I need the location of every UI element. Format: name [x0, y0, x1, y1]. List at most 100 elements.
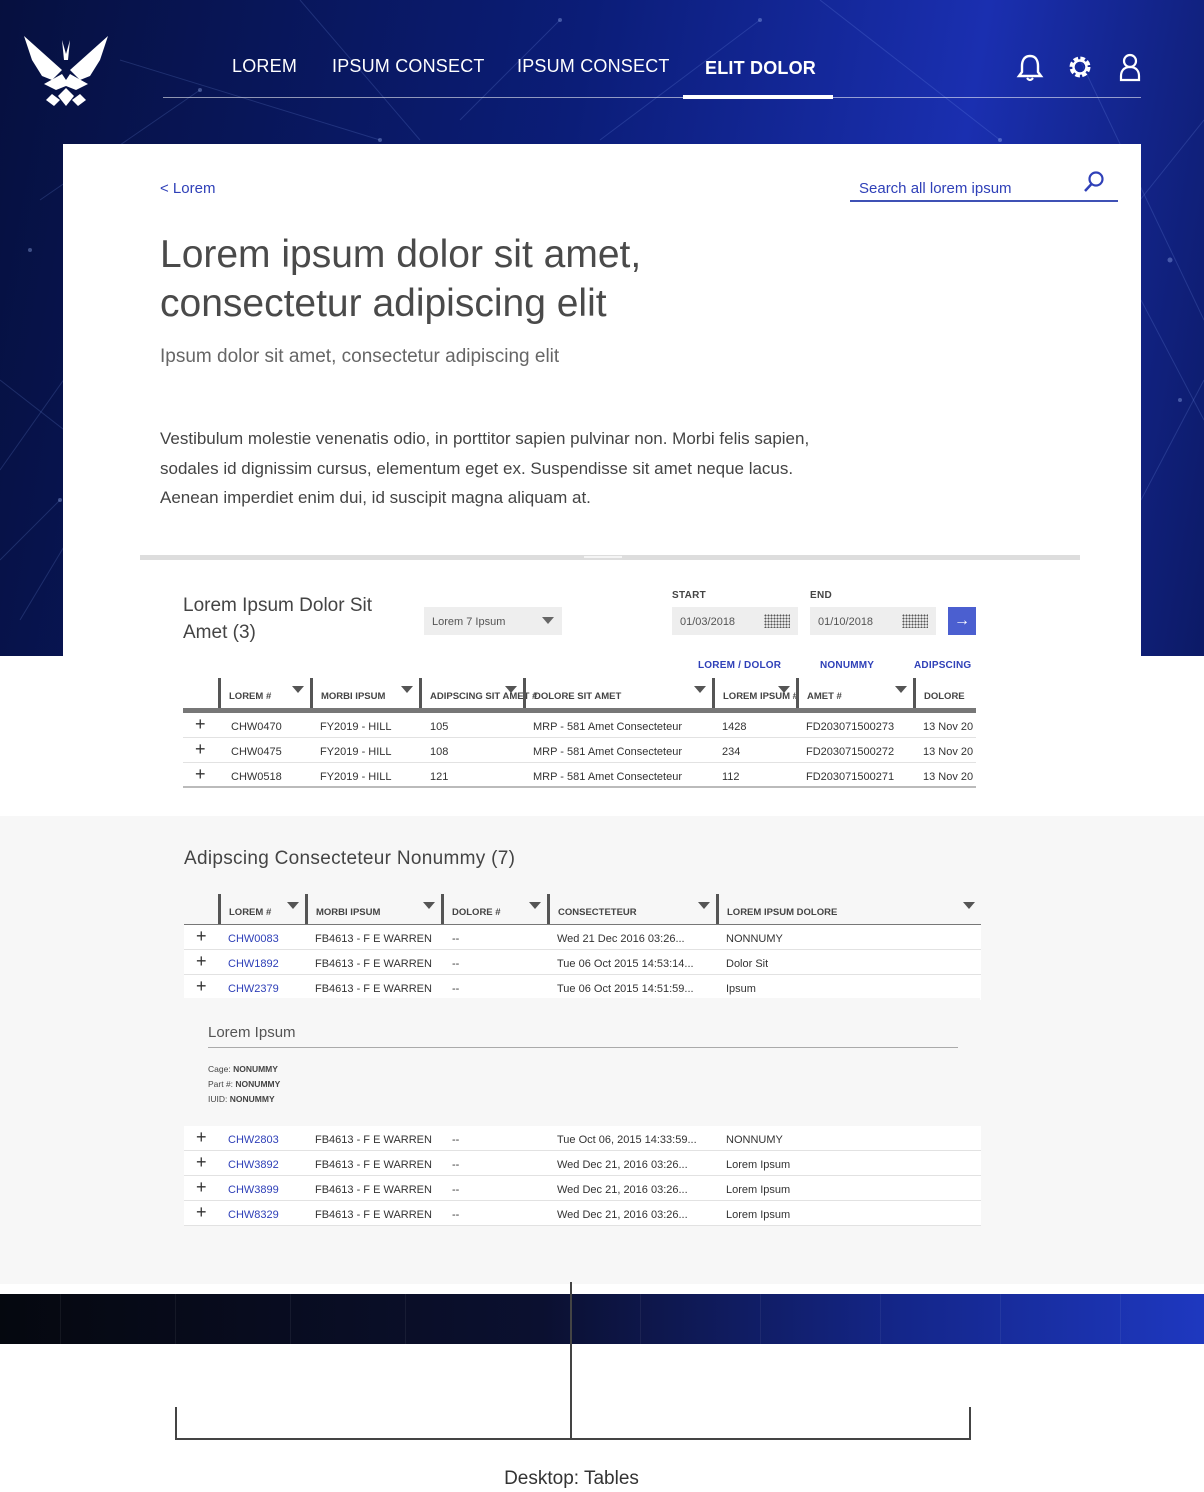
expand-row-icon[interactable]: + [196, 925, 207, 947]
expand-row-icon[interactable]: + [196, 1126, 207, 1148]
sort-arrow-icon[interactable] [694, 686, 706, 693]
column-header-label: MORBI IPSUM [316, 907, 381, 918]
sort-arrow-icon[interactable] [963, 902, 975, 909]
table-cell: FB4613 - F E WARREN [315, 1159, 432, 1171]
table-header: LOREM # MORBI IPSUM ADIPSCING SIT AMET # DO… [183, 678, 976, 708]
row-id-link[interactable]: CHW3892 [228, 1159, 279, 1171]
table-cell: -- [452, 1209, 460, 1221]
column-header-label: DOLORE SIT AMET [534, 691, 622, 702]
column-header[interactable]: AMET # [796, 678, 913, 708]
column-header-label: AMET # [807, 691, 842, 702]
nav-item-lorem[interactable]: LOREM [232, 56, 297, 77]
table-cell: MRP - 581 Amet Consecteteur [533, 721, 682, 733]
bell-icon[interactable] [1016, 52, 1044, 82]
column-header[interactable]: MORBI IPSUM [310, 678, 419, 708]
expand-row-icon[interactable]: + [195, 713, 206, 735]
table-cell: FB4613 - F E WARREN [315, 958, 432, 970]
air-force-wings-logo[interactable] [22, 30, 110, 110]
content-card: < Lorem Search all lorem ipsum Lorem ips… [63, 144, 1141, 656]
table-row[interactable]: + CHW2803 FB4613 - F E WARREN -- Tue Oct 06,… [184, 1126, 981, 1151]
column-header[interactable]: LOREM # [218, 678, 310, 708]
annotation-bracket-base [175, 1438, 971, 1440]
table-row[interactable]: + CHW0518 FY2019 - HILL 121 MRP - 581 Amet C… [183, 763, 976, 788]
table-cell: FD203071500272 [806, 746, 895, 758]
sort-arrow-icon[interactable] [895, 686, 907, 693]
calendar-icon[interactable] [764, 614, 790, 628]
sort-arrow-icon[interactable] [529, 902, 541, 909]
search-input[interactable]: Search all lorem ipsum [850, 170, 1118, 202]
table-cell: FY2019 - HILL [320, 721, 392, 733]
nav-item-ipsum-consect-1[interactable]: IPSUM CONSECT [332, 56, 485, 77]
expand-row-icon[interactable]: + [195, 763, 206, 785]
sort-arrow-icon[interactable] [698, 902, 710, 909]
table-cell: FB4613 - F E WARREN [315, 1134, 432, 1146]
annotation-bracket-stem [570, 1282, 572, 1439]
table-cell: 108 [430, 746, 449, 758]
sort-arrow-icon[interactable] [287, 902, 299, 909]
table-row[interactable]: + CHW0083 FB4613 - F E WARREN -- Wed 21 Dec … [184, 925, 981, 950]
column-header[interactable]: DOLORE [913, 678, 976, 708]
apply-date-button[interactable]: → [948, 607, 976, 635]
column-header[interactable]: LOREM # [218, 894, 305, 924]
filter-dropdown[interactable]: Lorem 7 Ipsum [424, 607, 562, 635]
table-cell: Wed 21 Dec 2016 03:26... [557, 933, 685, 945]
row-id-link[interactable]: CHW2379 [228, 983, 279, 995]
expand-row-icon[interactable]: + [196, 1201, 207, 1223]
table-row[interactable]: + CHW3892 FB4613 - F E WARREN -- Wed Dec 21,… [184, 1151, 981, 1176]
table-cell: FY2019 - HILL [320, 746, 392, 758]
column-header[interactable]: MORBI IPSUM [305, 894, 441, 924]
column-header[interactable]: CONSECTETEUR [547, 894, 716, 924]
sort-arrow-icon[interactable] [292, 686, 304, 693]
table-cell: 1428 [722, 721, 747, 733]
user-icon[interactable] [1116, 52, 1144, 82]
column-header[interactable]: LOREM IPSUM DOLORE [716, 894, 981, 924]
gear-icon[interactable] [1066, 52, 1094, 82]
table-row[interactable]: + CHW3899 FB4613 - F E WARREN -- Wed Dec 21,… [184, 1176, 981, 1201]
row-id-link[interactable]: CHW1892 [228, 958, 279, 970]
annotation-bracket-right [969, 1407, 971, 1440]
expand-row-icon[interactable]: + [196, 1151, 207, 1173]
expand-row-icon[interactable]: + [196, 1176, 207, 1198]
calendar-icon[interactable] [902, 614, 928, 628]
column-link-lorem-dolor[interactable]: LOREM / DOLOR [698, 660, 781, 671]
row-id-link[interactable]: CHW0083 [228, 933, 279, 945]
row-id-link[interactable]: CHW2803 [228, 1134, 279, 1146]
end-date-field[interactable]: 01/10/2018 [810, 607, 936, 635]
table-row[interactable]: + CHW0475 FY2019 - HILL 108 MRP - 581 Amet C… [183, 738, 976, 763]
table-cell: -- [452, 1134, 460, 1146]
table-cell: NONNUMY [726, 1134, 783, 1146]
column-link-nonummy[interactable]: NONUMMY [820, 660, 874, 671]
table-cell: Wed Dec 21, 2016 03:26... [557, 1209, 688, 1221]
column-header[interactable]: DOLORE SIT AMET [523, 678, 712, 708]
search-icon[interactable] [1082, 170, 1106, 194]
sort-arrow-icon[interactable] [778, 686, 790, 693]
nav-item-ipsum-consect-2[interactable]: IPSUM CONSECT [517, 56, 670, 77]
table-row[interactable]: + CHW0470 FY2019 - HILL 105 MRP - 581 Amet C… [183, 713, 976, 738]
table-row[interactable]: + CHW8329 FB4613 - F E WARREN -- Wed Dec 21,… [184, 1201, 981, 1226]
expand-row-icon[interactable]: + [196, 975, 207, 997]
search-placeholder: Search all lorem ipsum [859, 180, 1012, 197]
table-row[interactable]: + CHW2379 FB4613 - F E WARREN -- Tue 06 Oct … [184, 975, 981, 1000]
page-description: Vestibulum molestie venenatis odio, in p… [160, 429, 810, 507]
sort-arrow-icon[interactable] [505, 686, 517, 693]
column-header-label: DOLORE [924, 691, 965, 702]
column-link-adipscing[interactable]: ADIPSCING [914, 660, 971, 671]
start-date-field[interactable]: 01/03/2018 [672, 607, 798, 635]
table-cell: -- [452, 1159, 460, 1171]
table-cell: CHW0470 [231, 721, 282, 733]
column-header[interactable]: ADIPSCING SIT AMET # [419, 678, 537, 708]
sort-arrow-icon[interactable] [423, 902, 435, 909]
expand-row-icon[interactable]: + [196, 950, 207, 972]
column-header[interactable]: DOLORE # [441, 894, 547, 924]
row-id-link[interactable]: CHW3899 [228, 1184, 279, 1196]
expand-row-icon[interactable]: + [195, 738, 206, 760]
row-id-link[interactable]: CHW8329 [228, 1209, 279, 1221]
table-cell: CHW0475 [231, 746, 282, 758]
nav-item-elit-dolor[interactable]: ELIT DOLOR [705, 58, 816, 79]
table-cell: -- [452, 983, 460, 995]
table-row[interactable]: + CHW1892 FB4613 - F E WARREN -- Tue 06 Oct … [184, 950, 981, 975]
back-link[interactable]: < Lorem [160, 180, 215, 197]
column-header[interactable]: LOREM IPSUM # [712, 678, 798, 708]
sort-arrow-icon[interactable] [401, 686, 413, 693]
table-cell: 234 [722, 746, 741, 758]
